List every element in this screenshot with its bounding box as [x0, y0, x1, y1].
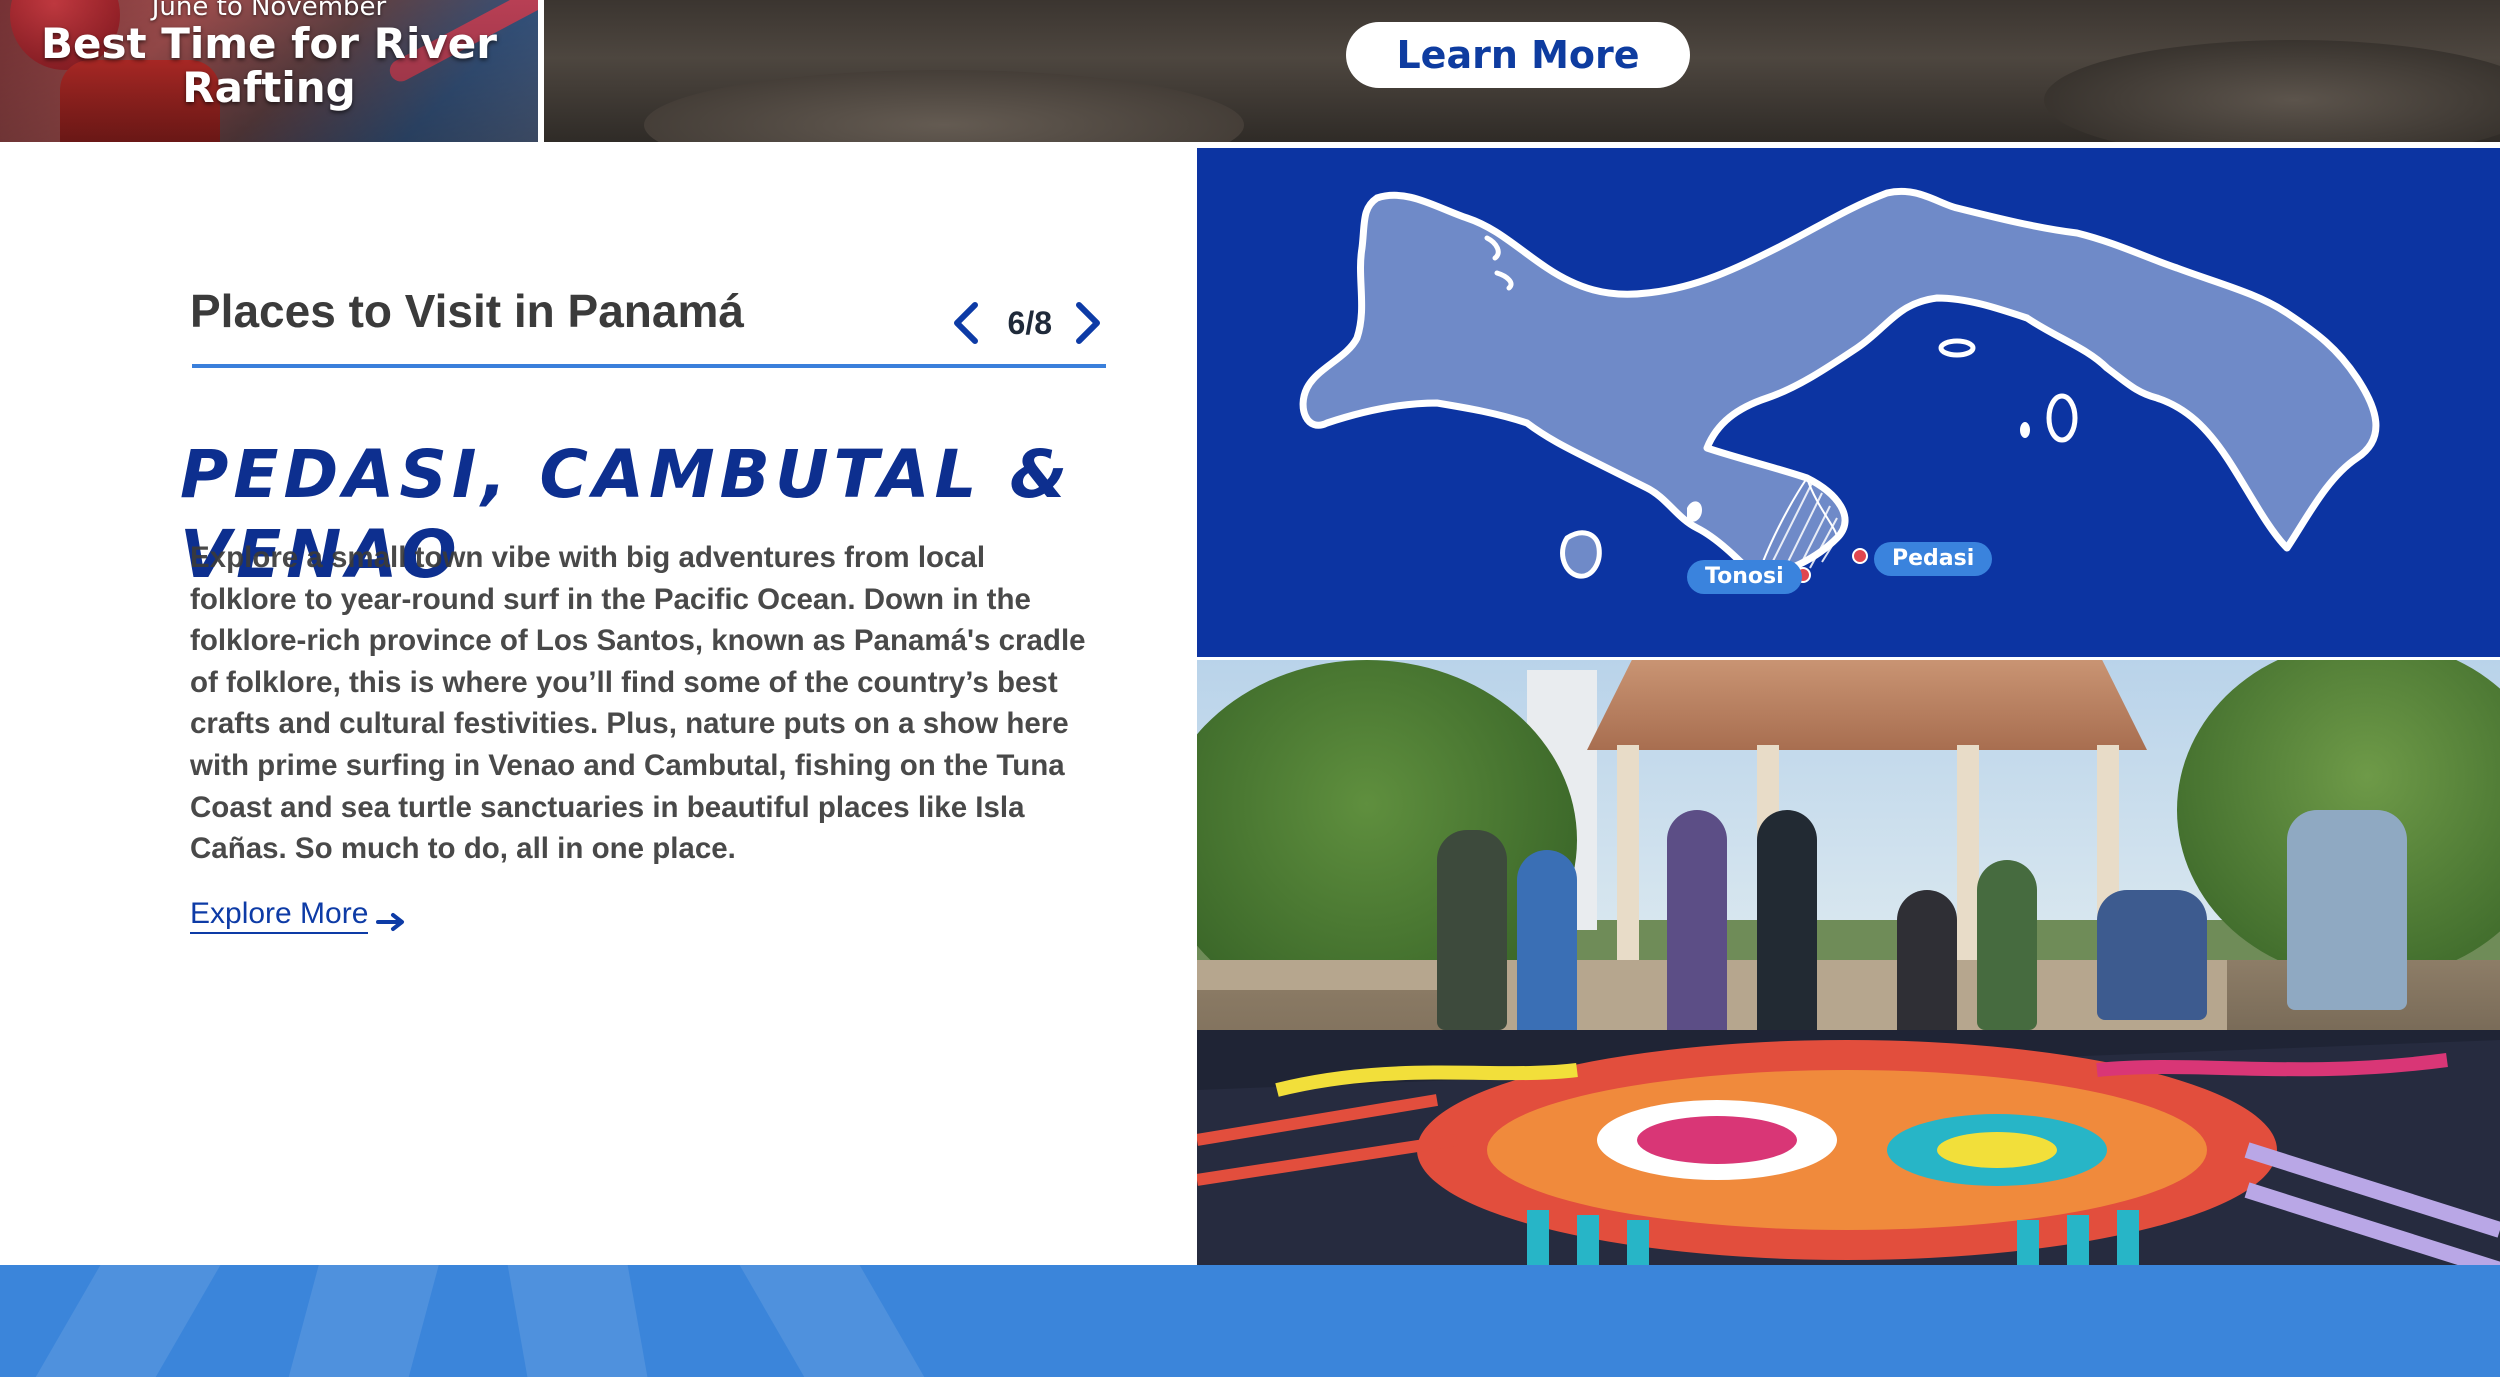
place-description: Explore a small town vibe with big adven… — [190, 541, 1086, 866]
promo-text: June to November Best Time for River Raf… — [0, 0, 538, 110]
chevron-right-icon[interactable] — [1068, 297, 1108, 349]
explore-more-link[interactable]: Explore More — [190, 896, 406, 934]
top-banner-strip: June to November Best Time for River Raf… — [0, 0, 2500, 145]
panama-map-graphic — [1299, 187, 2380, 582]
map-label-pedasi[interactable]: Pedasi — [1874, 542, 1993, 576]
promo-title: Best Time for River Rafting — [41, 19, 497, 112]
page-indicator: 6/8 — [1007, 304, 1052, 341]
arrow-right-icon — [376, 905, 406, 931]
section-header: Places to Visit in Panamá 6/8 — [190, 283, 1108, 369]
section-title: Places to Visit in Panamá — [190, 285, 744, 337]
pedasi-pin-icon[interactable] — [1852, 548, 1868, 564]
promo-subtitle: June to November — [151, 0, 387, 22]
explore-more-label: Explore More — [190, 896, 369, 934]
section-underline — [192, 364, 1106, 368]
hero-image-strip: Learn More — [544, 0, 2500, 145]
learn-more-button[interactable]: Learn More — [1346, 22, 1690, 88]
carousel-nav: 6/8 — [946, 297, 1108, 349]
map-label-tonosi[interactable]: Tonosi — [1687, 560, 1802, 594]
sand-carpet-artwork — [1197, 1030, 2500, 1265]
rafting-promo-card[interactable]: June to November Best Time for River Raf… — [0, 0, 541, 142]
footer-band — [0, 1265, 2500, 1377]
chevron-left-icon[interactable] — [946, 297, 986, 349]
festival-photo — [1197, 660, 2500, 1265]
place-content-panel: Places to Visit in Panamá 6/8 PEDASI, CA… — [0, 145, 1196, 1265]
panama-map: Tonosi Pedasi — [1197, 148, 2500, 657]
